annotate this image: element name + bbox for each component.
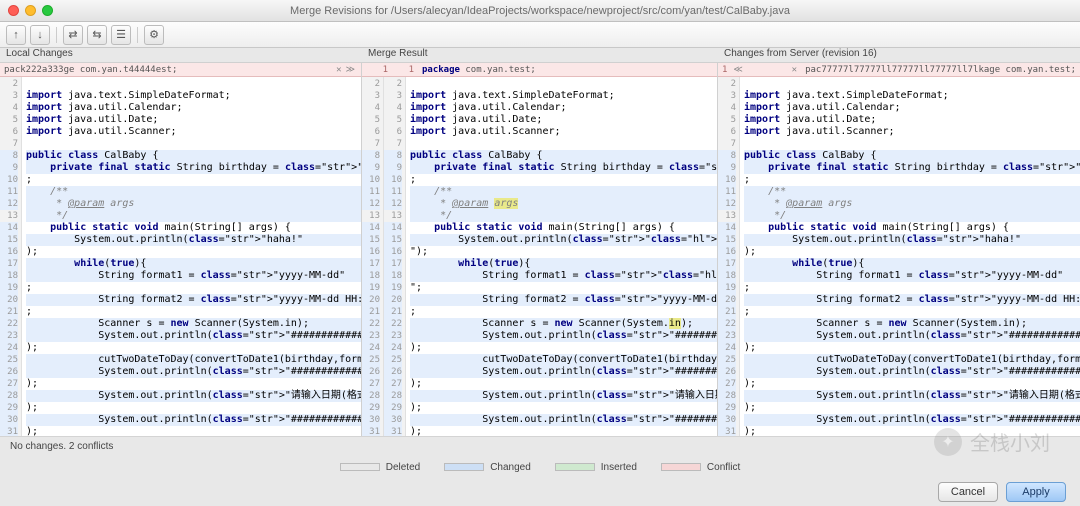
gutter-mid1: 2345678910111213141516171819202122232425… xyxy=(362,77,384,436)
diff-legend: Deleted Changed Inserted Conflict xyxy=(0,456,1080,478)
code-left[interactable]: import java.text.SimpleDateFormat;import… xyxy=(22,77,361,436)
pane-local: pack222a333ge com.yan.t44444est; ✕ ≫ 234… xyxy=(0,63,362,436)
pane-header-left: Local Changes xyxy=(0,48,362,62)
legend-changed: Changed xyxy=(444,462,531,473)
zoom-window-button[interactable] xyxy=(42,5,53,16)
window-titlebar: Merge Revisions for /Users/alecyan/IdeaP… xyxy=(0,0,1080,22)
pane-local-topline: pack222a333ge com.yan.t44444est; ✕ ≫ xyxy=(0,63,361,77)
pane-header-middle: Merge Result xyxy=(362,48,718,62)
gear-icon: ⚙ xyxy=(149,28,159,41)
dialog-buttons: Cancel Apply xyxy=(0,478,1080,506)
close-window-button[interactable] xyxy=(8,5,19,16)
pane-result: 1 1 package com.yan.test; 23456789101112… xyxy=(362,63,718,436)
settings-button[interactable]: ⚙ xyxy=(144,25,164,45)
toolbar-separator xyxy=(56,27,57,43)
swatch-deleted xyxy=(340,463,380,471)
pane-result-code[interactable]: 2345678910111213141516171819202122232425… xyxy=(362,77,717,436)
merge-panes: pack222a333ge com.yan.t44444est; ✕ ≫ 234… xyxy=(0,62,1080,436)
pane-server: 1 ≪ ✕ pac77777l77777ll77777ll77777ll7lka… xyxy=(718,63,1080,436)
gutter-left: 2345678910111213141516171819202122232425… xyxy=(0,77,22,436)
cancel-button[interactable]: Cancel xyxy=(938,482,998,502)
status-text: No changes. 2 conflicts xyxy=(10,441,113,452)
compare-left-button[interactable]: ⇄ xyxy=(63,25,83,45)
status-bar: No changes. 2 conflicts xyxy=(0,436,1080,456)
minimize-window-button[interactable] xyxy=(25,5,36,16)
next-diff-button[interactable]: ↓ xyxy=(30,25,50,45)
gutter-right: 2345678910111213141516171819202122232425… xyxy=(718,77,740,436)
accept-change-left-icon[interactable]: ≪ xyxy=(731,64,744,76)
pane-server-topline-text: pac77777l77777ll77777ll77777ll7lkage com… xyxy=(805,64,1076,76)
window-title: Merge Revisions for /Users/alecyan/IdeaP… xyxy=(6,5,1074,17)
compare-right-button[interactable]: ⇆ xyxy=(87,25,107,45)
traffic-lights xyxy=(8,5,53,16)
code-mid[interactable]: import java.text.SimpleDateFormat;import… xyxy=(406,77,717,436)
pane-local-code[interactable]: 2345678910111213141516171819202122232425… xyxy=(0,77,361,436)
legend-deleted: Deleted xyxy=(340,462,420,473)
swatch-conflict xyxy=(661,463,701,471)
code-right[interactable]: import java.text.SimpleDateFormat;import… xyxy=(740,77,1080,436)
dismiss-change-icon[interactable]: ✕ xyxy=(790,64,799,76)
toolbar-separator xyxy=(137,27,138,43)
merge-toolbar: ↑ ↓ ⇄ ⇆ ☰ ⚙ xyxy=(0,22,1080,48)
accept-left-button[interactable]: ☰ xyxy=(111,25,131,45)
legend-inserted: Inserted xyxy=(555,462,637,473)
pane-result-topline-text: package com.yan.test; xyxy=(422,64,536,76)
swatch-changed xyxy=(444,463,484,471)
prev-diff-button[interactable]: ↑ xyxy=(6,25,26,45)
dismiss-change-icon[interactable]: ✕ xyxy=(334,64,343,76)
swatch-inserted xyxy=(555,463,595,471)
legend-conflict: Conflict xyxy=(661,462,740,473)
pane-server-topline: 1 ≪ ✕ pac77777l77777ll77777ll77777ll7lka… xyxy=(718,63,1080,77)
apply-button[interactable]: Apply xyxy=(1006,482,1066,502)
pane-result-topline: 1 1 package com.yan.test; xyxy=(362,63,717,77)
pane-headers: Local Changes Merge Result Changes from … xyxy=(0,48,1080,62)
pane-server-code[interactable]: 2345678910111213141516171819202122232425… xyxy=(718,77,1080,436)
accept-change-right-icon[interactable]: ≫ xyxy=(344,64,357,76)
gutter-mid2: 2345678910111213141516171819202122232425… xyxy=(384,77,406,436)
pane-header-right: Changes from Server (revision 16) xyxy=(718,48,1080,62)
pane-local-topline-text: pack222a333ge com.yan.t44444est; xyxy=(4,64,177,76)
